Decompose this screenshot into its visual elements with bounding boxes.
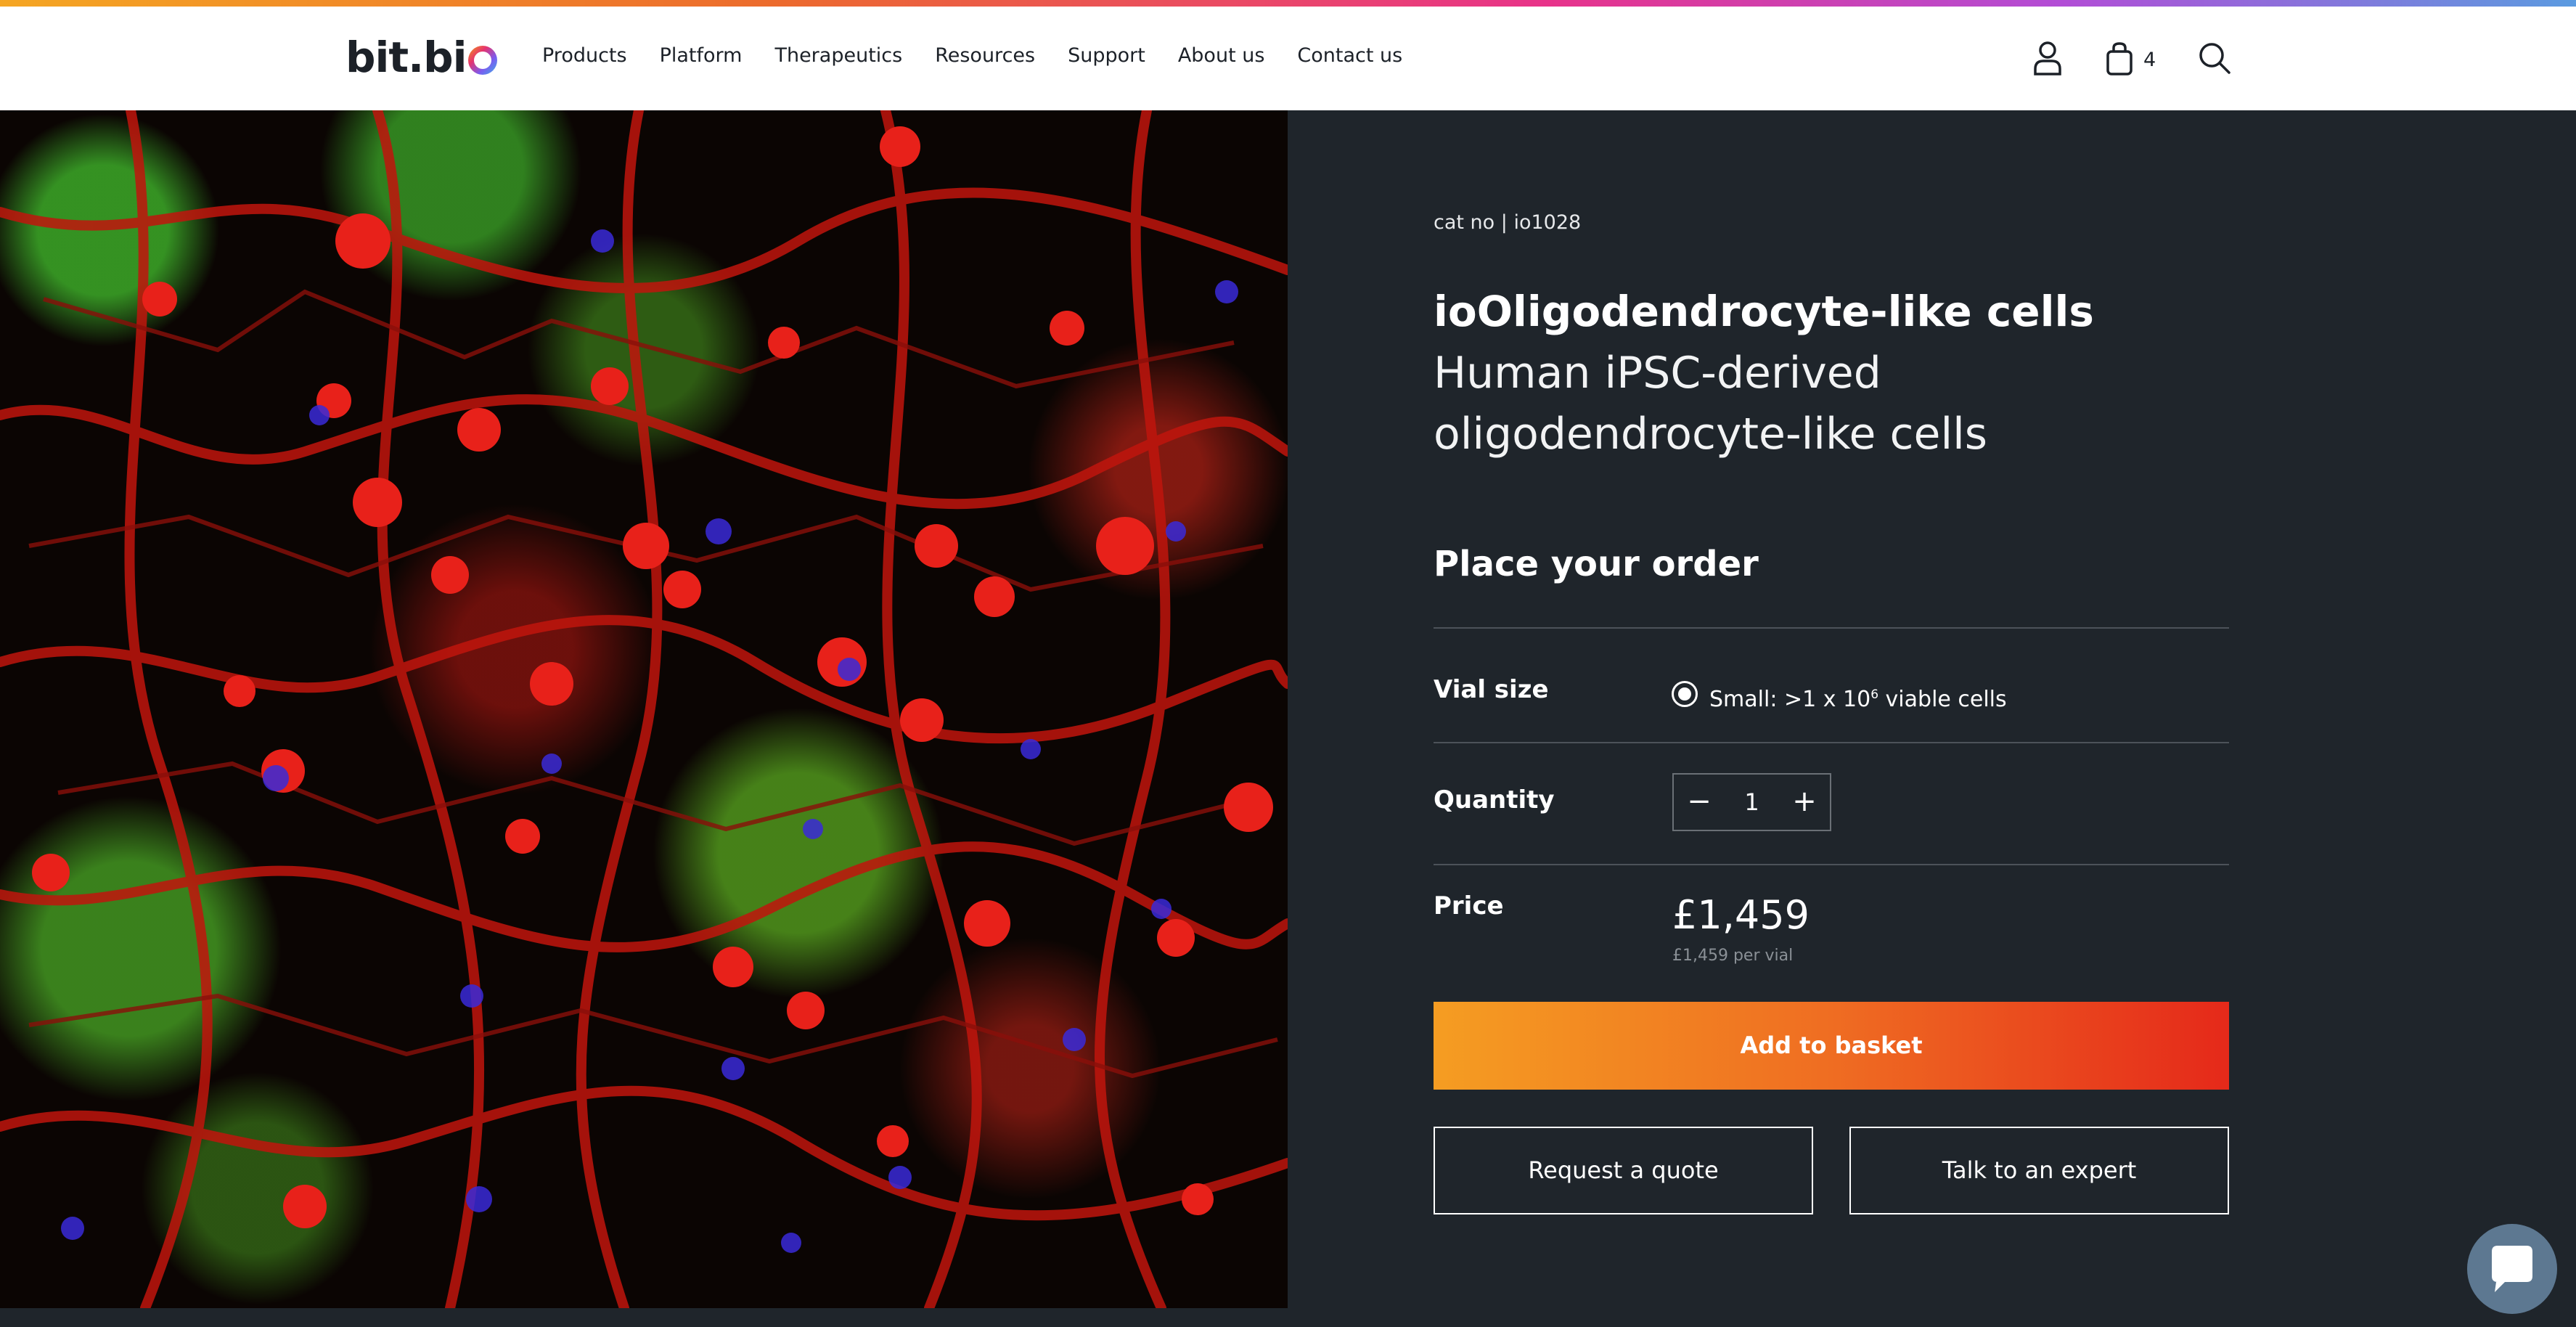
vial-small-option-label[interactable]: Small: >1 x 106 viable cells: [1709, 681, 2007, 714]
cell-micrograph: [0, 110, 1288, 1308]
divider: [1434, 864, 2229, 865]
nav-resources[interactable]: Resources: [935, 41, 1035, 70]
product-image: [0, 110, 1288, 1308]
nav-support[interactable]: Support: [1068, 41, 1145, 70]
search-icon[interactable]: [2198, 41, 2231, 75]
quantity-input[interactable]: 1: [1725, 775, 1779, 830]
catalog-number: cat no | io1028: [1434, 211, 1582, 234]
talk-to-expert-button[interactable]: Talk to an expert: [1849, 1127, 2229, 1214]
site-header: bit.bi Products Platform Therapeutics Re…: [0, 7, 2576, 110]
quantity-label: Quantity: [1434, 785, 1555, 814]
account-icon[interactable]: [2033, 40, 2062, 76]
logo-text: bit.bi: [345, 33, 467, 82]
quantity-increase-button[interactable]: +: [1779, 775, 1830, 830]
vial-size-label: Vial size: [1434, 675, 1549, 704]
cart-count: 4: [2143, 49, 2156, 71]
quantity-stepper: − 1 +: [1672, 773, 1831, 831]
quantity-decrease-button[interactable]: −: [1674, 775, 1725, 830]
bitbio-logo[interactable]: bit.bi: [345, 28, 497, 86]
product-subtitle: Human iPSC-derived oligodendrocyte-like …: [1434, 348, 1988, 460]
top-gradient-strip: [0, 0, 2576, 7]
chat-icon[interactable]: [2467, 1224, 2557, 1314]
add-to-basket-button[interactable]: Add to basket: [1434, 1002, 2229, 1090]
vial-small-radio[interactable]: [1672, 681, 1698, 707]
divider: [1434, 742, 2229, 743]
vial-option-exponent: 6: [1870, 687, 1879, 702]
order-heading: Place your order: [1434, 544, 1759, 584]
nav-therapeutics[interactable]: Therapeutics: [774, 41, 902, 70]
nav-platform[interactable]: Platform: [660, 41, 743, 70]
price-value: £1,459: [1672, 892, 1810, 938]
main-nav: Products Platform Therapeutics Resources…: [542, 41, 1435, 70]
nav-contact-us[interactable]: Contact us: [1297, 41, 1402, 70]
nav-about-us[interactable]: About us: [1178, 41, 1265, 70]
vial-option-text: Small: >1 x 10: [1709, 687, 1871, 712]
logo-o-mark: [468, 46, 497, 75]
price-per-vial: £1,459 per vial: [1672, 947, 1794, 965]
price-label: Price: [1434, 891, 1504, 920]
product-title: ioOligodendrocyte-like cells: [1434, 287, 2094, 336]
vial-option-text-end: viable cells: [1878, 687, 2007, 712]
divider: [1434, 627, 2229, 629]
basket-icon[interactable]: [2105, 41, 2134, 76]
nav-products[interactable]: Products: [542, 41, 627, 70]
request-quote-button[interactable]: Request a quote: [1434, 1127, 1813, 1214]
